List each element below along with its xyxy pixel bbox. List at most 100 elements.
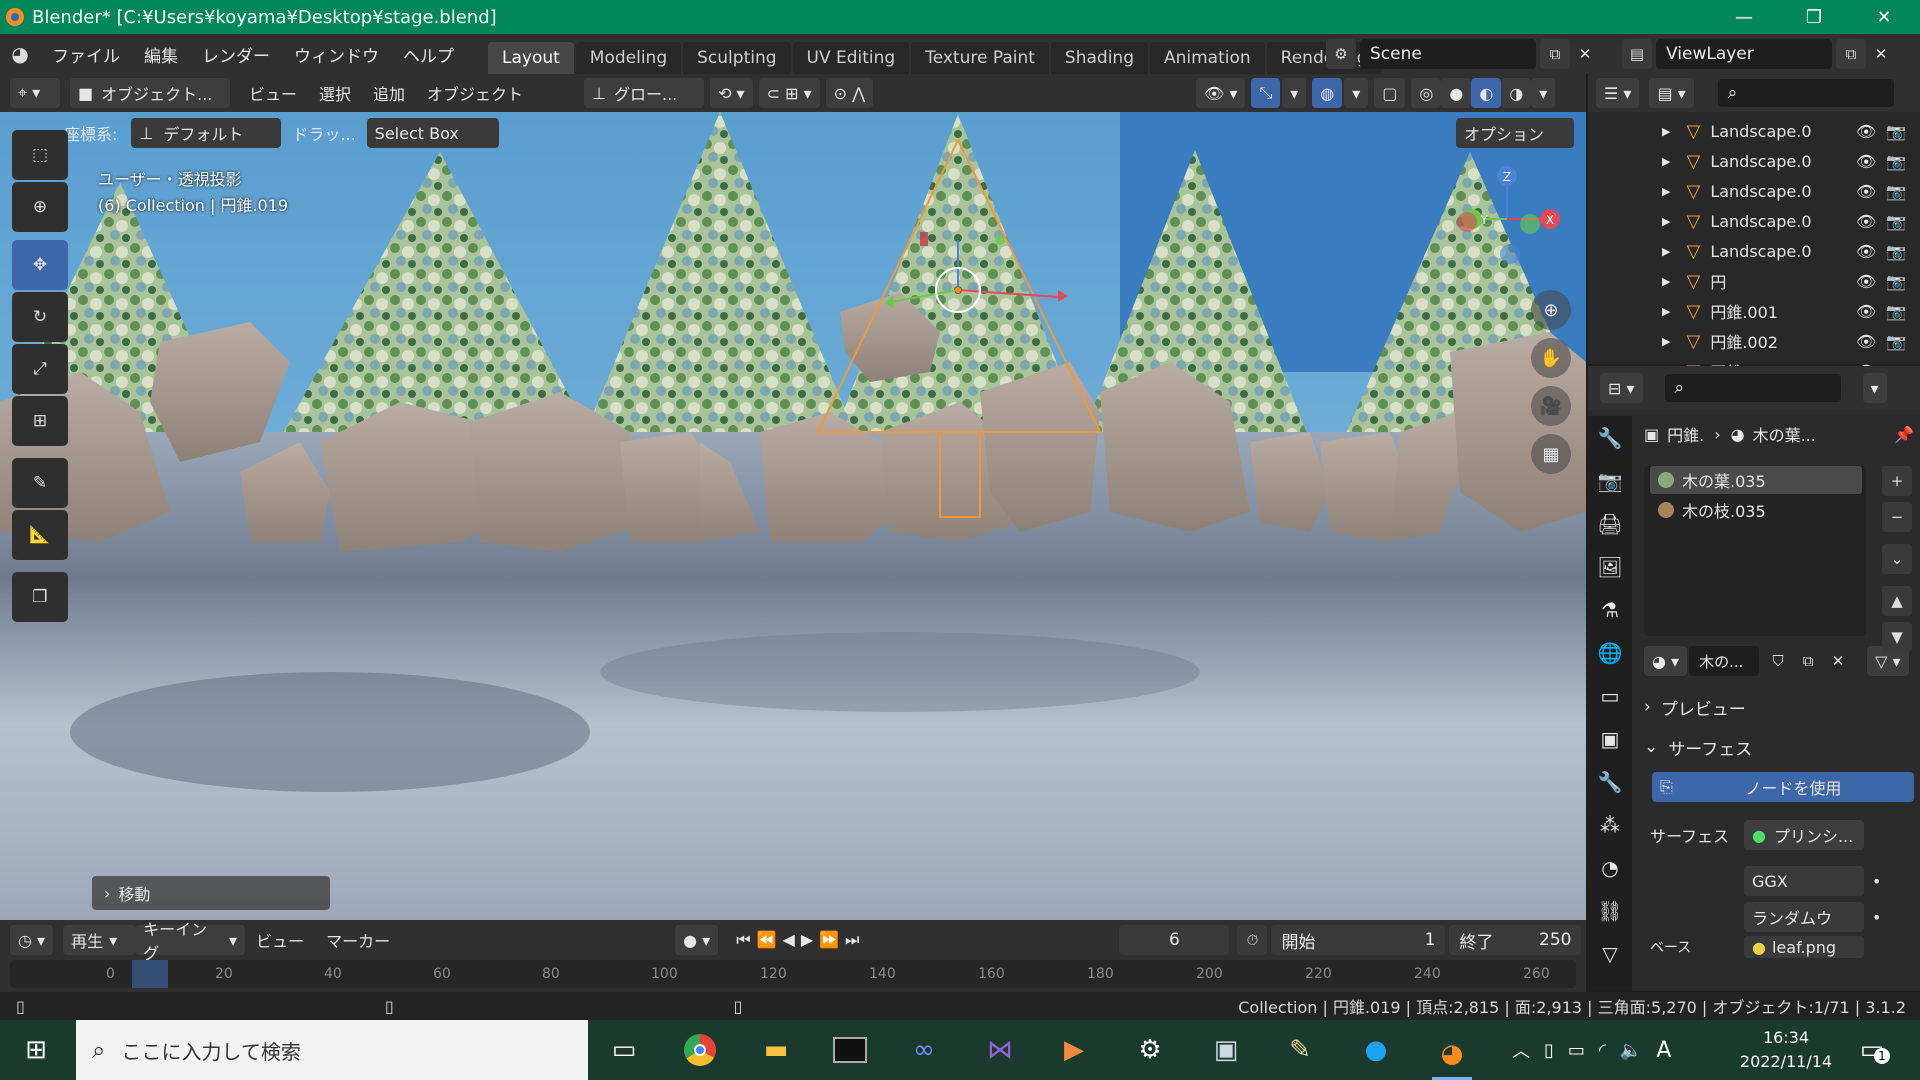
snap-icon[interactable]: ⊂ ⊞ ▾ bbox=[758, 78, 820, 108]
render-camera-icon[interactable]: 📷 bbox=[1886, 272, 1906, 291]
file-explorer-icon[interactable]: ▬ bbox=[756, 1030, 796, 1070]
menu-view[interactable]: ビュー bbox=[238, 81, 308, 105]
timeline-view-menu[interactable]: ビュー bbox=[245, 928, 315, 952]
unlink-material-icon[interactable]: ✕ bbox=[1823, 646, 1853, 676]
pivot-icon[interactable]: ⟲ ▾ bbox=[710, 78, 753, 108]
render-camera-icon[interactable]: 📷 bbox=[1886, 152, 1906, 171]
outliner-item[interactable]: ▶ ▽ Landscape.0 👁 📷 bbox=[1588, 206, 1920, 236]
browse-material-icon[interactable]: ◕ ▾ bbox=[1644, 646, 1688, 676]
expand-arrow-icon[interactable]: ▶ bbox=[1662, 215, 1670, 228]
expand-arrow-icon[interactable]: ▶ bbox=[1662, 275, 1670, 288]
visibility-eye-icon[interactable]: 👁 bbox=[1856, 212, 1876, 231]
expand-arrow-icon[interactable]: ▶ bbox=[1662, 125, 1670, 138]
volume-icon[interactable]: 🔈 bbox=[1620, 1040, 1642, 1061]
chevron-up-icon[interactable]: ︿ bbox=[1512, 1037, 1530, 1063]
render-camera-icon[interactable]: 📷 bbox=[1886, 122, 1906, 141]
overlay-icon[interactable]: ◍ bbox=[1312, 78, 1343, 108]
playback-menu[interactable]: 再生 ▾ bbox=[63, 925, 136, 955]
render-tab-icon[interactable]: 📷 bbox=[1588, 459, 1632, 502]
add-cube-tool[interactable]: ❒ bbox=[12, 572, 68, 622]
wifi-icon[interactable]: ◜ bbox=[1599, 1040, 1606, 1061]
scene-tab-icon[interactable]: ⚗ bbox=[1588, 588, 1632, 631]
fake-user-icon[interactable]: ⛉ bbox=[1763, 646, 1793, 676]
select-box-tool[interactable]: ⬚ bbox=[12, 130, 68, 180]
mode-select[interactable]: ■ オブジェクト... bbox=[70, 78, 230, 108]
options-button[interactable]: オプション bbox=[1456, 118, 1574, 148]
gizmo-icon[interactable]: ⤡ bbox=[1251, 78, 1281, 108]
start-frame-field[interactable]: 開始 1 bbox=[1271, 925, 1446, 955]
scene-name-field[interactable]: Scene bbox=[1360, 39, 1536, 69]
notepad-icon[interactable]: ✎ bbox=[1280, 1030, 1320, 1070]
menu-help[interactable]: ヘルプ bbox=[391, 42, 466, 67]
constraints-tab-icon[interactable]: ⛓ bbox=[1588, 889, 1632, 932]
taskbar-search[interactable]: ⌕ ここに入力して検索 bbox=[76, 1020, 588, 1080]
copy-scene-icon[interactable]: ⧉ bbox=[1540, 39, 1570, 69]
tool-tab-icon[interactable]: 🔧 bbox=[1588, 416, 1632, 459]
zoom-icon[interactable]: ⊕ bbox=[1531, 290, 1571, 330]
visibility-eye-icon[interactable]: 👁 bbox=[1856, 152, 1876, 171]
particles-tab-icon[interactable]: ⁂ bbox=[1588, 803, 1632, 846]
battery-icon[interactable]: ▭ bbox=[1568, 1040, 1585, 1061]
current-frame-field[interactable]: 6 bbox=[1119, 925, 1230, 955]
end-frame-field[interactable]: 終了 250 bbox=[1449, 925, 1582, 955]
material-slots-list[interactable]: 木の葉.035 木の枝.035 bbox=[1644, 466, 1866, 636]
expand-arrow-icon[interactable]: ▶ bbox=[1662, 335, 1670, 348]
material-shading-icon[interactable]: ◐ bbox=[1471, 78, 1502, 108]
settings-icon[interactable]: ⚙ bbox=[1130, 1030, 1170, 1070]
notification-icon[interactable]: ▭ 1 bbox=[1852, 1030, 1892, 1070]
copy-layer-icon[interactable]: ⧉ bbox=[1836, 39, 1866, 69]
render-camera-icon[interactable]: 📷 bbox=[1886, 332, 1906, 351]
properties-type-icon[interactable]: ⊟ ▾ bbox=[1600, 373, 1643, 403]
move-tool[interactable]: ✥ bbox=[12, 240, 68, 290]
terminal-icon[interactable] bbox=[830, 1030, 870, 1070]
expand-arrow-icon[interactable]: ▶ bbox=[1662, 305, 1670, 318]
outliner-item[interactable]: ▶ ▽ Landscape.0 👁 📷 bbox=[1588, 176, 1920, 206]
object-tab-icon[interactable]: ▣ bbox=[1588, 717, 1632, 760]
world-tab-icon[interactable]: 🌐 bbox=[1588, 631, 1632, 674]
properties-search[interactable]: ⌕ bbox=[1664, 374, 1841, 402]
auto-keying-icon[interactable]: ● ▾ bbox=[675, 925, 719, 955]
material-slot[interactable]: 木の葉.035 bbox=[1650, 466, 1862, 494]
surface-shader-select[interactable]: ● プリンシ... bbox=[1744, 820, 1864, 850]
move-down-icon[interactable]: ▼ bbox=[1882, 622, 1912, 652]
current-frame-marker[interactable] bbox=[132, 960, 168, 988]
tab-sculpting[interactable]: Sculpting bbox=[683, 42, 791, 74]
coordinate-select[interactable]: ⊥ デフォルト bbox=[131, 118, 282, 148]
remove-scene-icon[interactable]: ✕ bbox=[1570, 39, 1600, 69]
tab-modeling[interactable]: Modeling bbox=[575, 42, 682, 74]
outliner-item[interactable]: ▶ ▽ Landscape.0 👁 📷 bbox=[1588, 146, 1920, 176]
visibility-eye-icon[interactable]: 👁 bbox=[1856, 182, 1876, 201]
annotate-tool[interactable]: ✎ bbox=[12, 458, 68, 508]
tab-layout[interactable]: Layout bbox=[488, 42, 574, 74]
navigation-gizmo[interactable]: Z X Y bbox=[1452, 164, 1562, 274]
display-mode-icon[interactable]: ▤ ▾ bbox=[1649, 78, 1694, 108]
visibility-eye-icon[interactable]: 👁 bbox=[1856, 242, 1876, 261]
playback-controls[interactable]: ⏮⏪◀▶⏩⏭ bbox=[728, 925, 873, 955]
task-view-icon[interactable]: ▭ bbox=[604, 1030, 644, 1070]
cursor-tool[interactable]: ⊕ bbox=[12, 182, 68, 232]
shading-menu-icon[interactable]: ▾ bbox=[1531, 78, 1556, 108]
timeline-ruler[interactable]: 0 20 40 60 80 100 120 140 160 180 200 220 240 260 bbox=[10, 960, 1576, 988]
close-button[interactable]: ✕ bbox=[1849, 0, 1919, 34]
keying-menu[interactable]: キーイング ▾ bbox=[135, 920, 246, 963]
visibility-eye-icon[interactable]: 👁 bbox=[1856, 302, 1876, 321]
visibility-eye-icon[interactable]: 👁 bbox=[1856, 272, 1876, 291]
chrome-icon[interactable] bbox=[680, 1030, 720, 1070]
clock[interactable]: 16:34 2022/11/14 bbox=[1736, 1026, 1836, 1074]
render-camera-icon[interactable]: 📷 bbox=[1886, 182, 1906, 201]
view-layer-field[interactable]: ViewLayer bbox=[1656, 39, 1832, 69]
solid-shading-icon[interactable]: ● bbox=[1441, 78, 1472, 108]
menu-file[interactable]: ファイル bbox=[40, 42, 132, 67]
marker-menu[interactable]: マーカー bbox=[315, 928, 401, 952]
distribution-select[interactable]: GGX bbox=[1744, 866, 1864, 896]
expand-arrow-icon[interactable]: ▶ bbox=[1662, 185, 1670, 198]
collection-tab-icon[interactable]: ▭ bbox=[1588, 674, 1632, 717]
grid-view-icon[interactable]: ▦ bbox=[1531, 434, 1571, 474]
preview-panel-header[interactable]: › プレビュー bbox=[1644, 692, 1914, 722]
physics-tab-icon[interactable]: ◔ bbox=[1588, 846, 1632, 889]
3d-viewport[interactable]: 座標系: ⊥ デフォルト ドラッ... Select Box オプション ユーザー… bbox=[0, 112, 1586, 920]
infinity-app-icon[interactable]: ∞ bbox=[904, 1030, 944, 1070]
render-camera-icon[interactable]: 📷 bbox=[1886, 302, 1906, 321]
tab-shading[interactable]: Shading bbox=[1050, 42, 1148, 74]
outliner-item[interactable]: ▶ ▽ 円 👁 📷 bbox=[1588, 266, 1920, 296]
